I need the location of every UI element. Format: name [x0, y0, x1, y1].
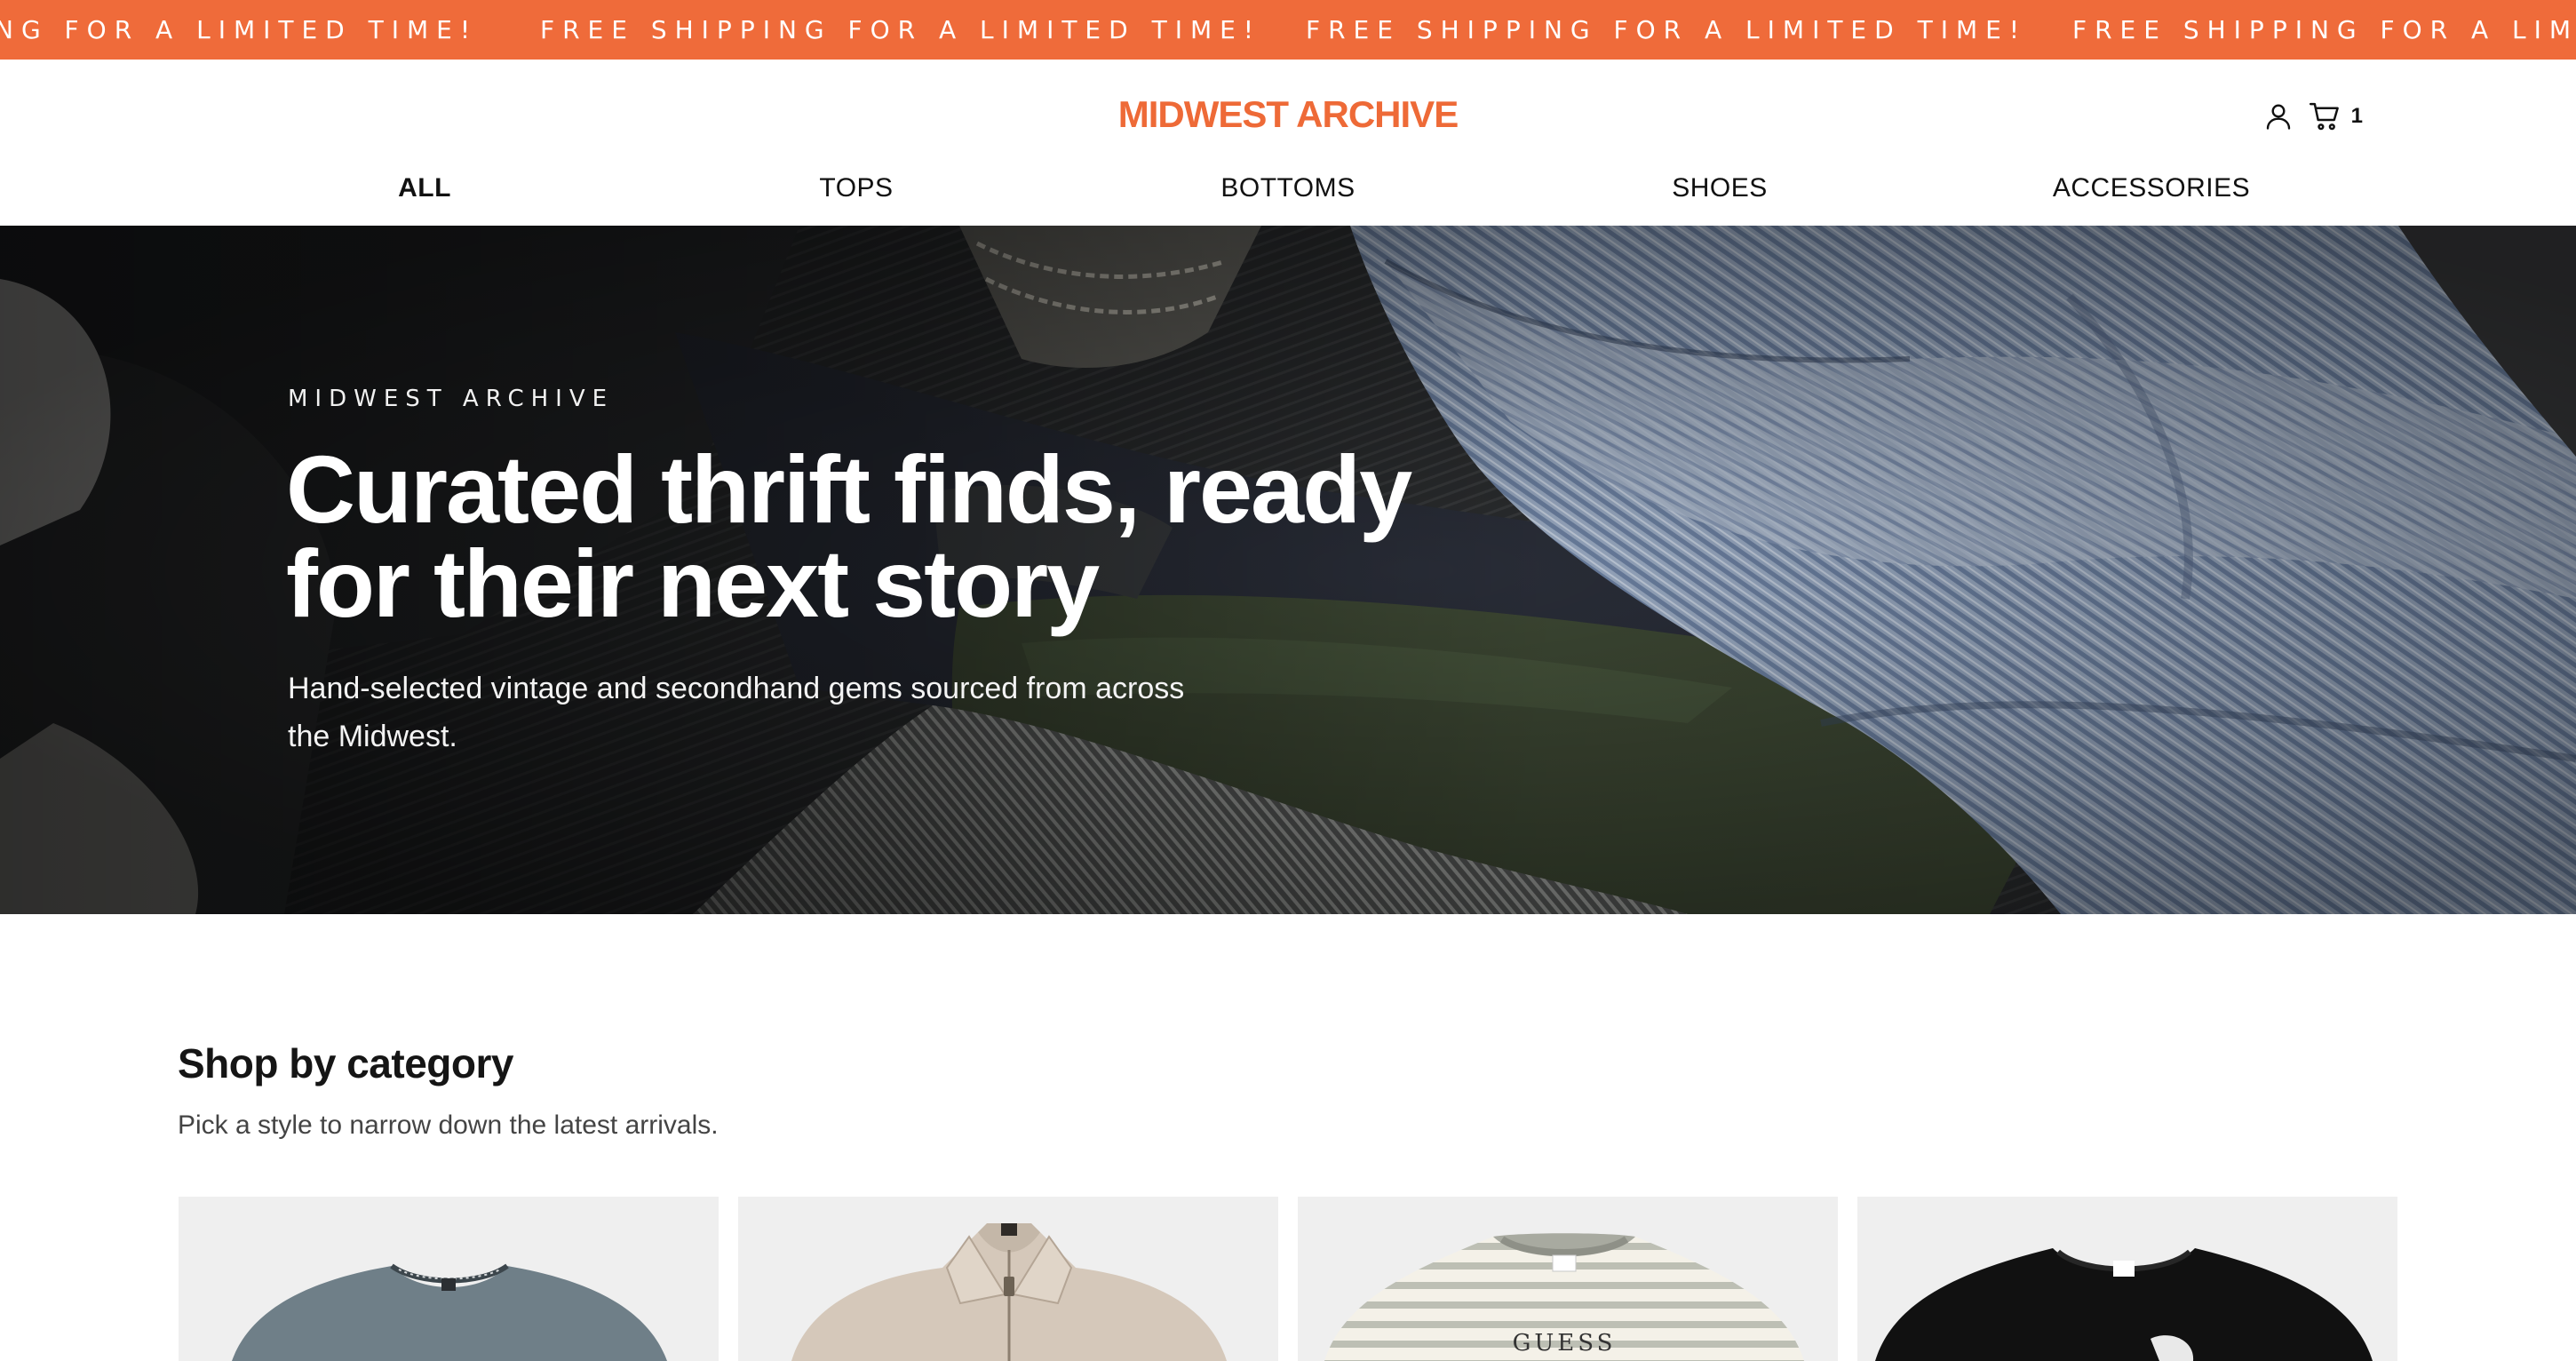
- category-card[interactable]: [179, 1197, 719, 1361]
- account-button[interactable]: [2261, 99, 2296, 134]
- nav-item-tops[interactable]: TOPS: [819, 173, 893, 203]
- category-cards: GUESS: [179, 1197, 2397, 1361]
- category-nav: ALL TOPS BOTTOMS SHOES ACCESSORIES: [0, 166, 2576, 226]
- site-header: MIDWEST ARCHIVE 1 ALL TOPS BOTTOMS SHOES…: [0, 60, 2576, 226]
- category-card-image: GUESS: [1324, 1233, 1804, 1361]
- guess-print: GUESS: [1513, 1330, 1617, 1357]
- category-card-image: [1875, 1248, 2373, 1361]
- hero-banner: MIDWEST ARCHIVE Curated thrift finds, re…: [0, 226, 2576, 914]
- category-card[interactable]: [1857, 1197, 2397, 1361]
- nav-item-accessories[interactable]: ACCESSORIES: [2053, 173, 2250, 203]
- announcement-text: FREE SHIPPING FOR A LIMITED TIME!: [1306, 15, 2028, 44]
- category-card[interactable]: GUESS: [1298, 1197, 1838, 1361]
- section-subtitle: Pick a style to narrow down the latest a…: [178, 1110, 719, 1140]
- user-icon: [2266, 104, 2290, 130]
- hero-eyebrow: MIDWEST ARCHIVE: [288, 386, 615, 412]
- cart-icon: [2309, 102, 2339, 131]
- site-logo[interactable]: MIDWEST ARCHIVE: [1110, 93, 1466, 136]
- announcement-text: FREE SHIPPING FOR A LIMIT: [2072, 15, 2576, 44]
- hero-title: Curated thrift finds, ready for their ne…: [286, 435, 1412, 637]
- announcement-bar: NG FOR A LIMITED TIME! FREE SHIPPING FOR…: [0, 0, 2576, 60]
- category-card[interactable]: [738, 1197, 1278, 1361]
- nav-item-bottoms[interactable]: BOTTOMS: [1220, 173, 1355, 203]
- announcement-text: FREE SHIPPING FOR A LIMITED TIME!: [540, 15, 1262, 44]
- cart-count: 1: [2350, 104, 2363, 128]
- category-card-image: [232, 1263, 667, 1361]
- hero-subtitle: Hand-selected vintage and secondhand gem…: [288, 672, 1185, 753]
- announcement-text: NG FOR A LIMITED TIME!: [0, 15, 479, 44]
- cart-button[interactable]: 1: [2309, 99, 2363, 134]
- header-actions: 1: [2261, 97, 2363, 136]
- nav-item-all[interactable]: ALL: [398, 173, 451, 203]
- section-title: Shop by category: [178, 1040, 513, 1086]
- category-card-image: [791, 1223, 1227, 1361]
- nav-item-shoes[interactable]: SHOES: [1672, 173, 1768, 203]
